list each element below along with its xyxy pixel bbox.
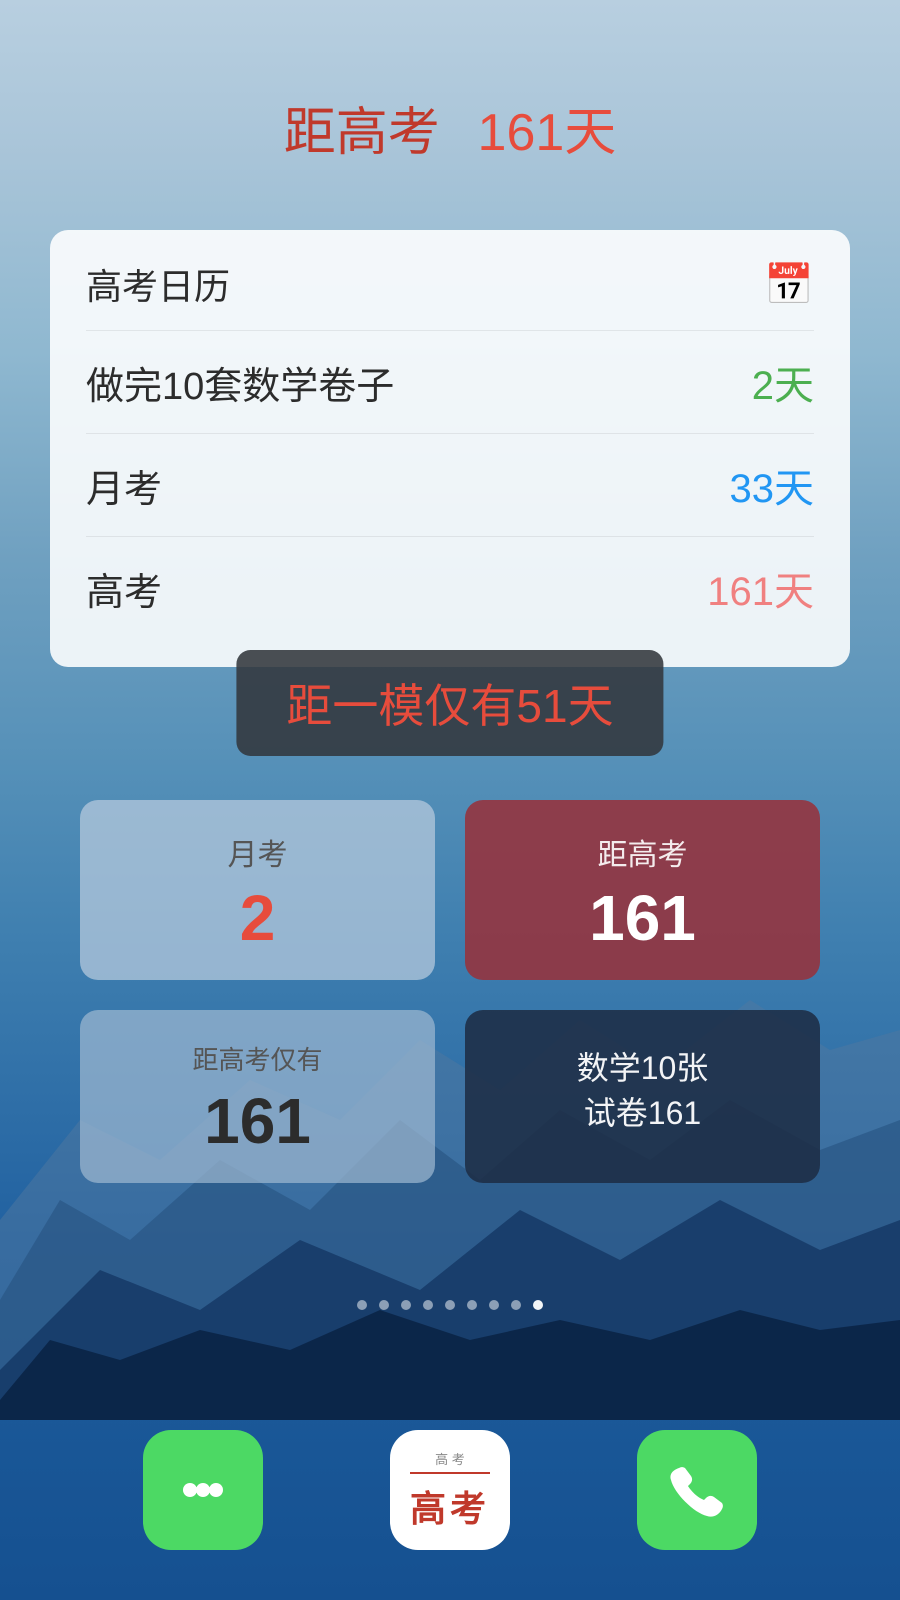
cal-value-math: 2天	[752, 353, 814, 411]
widget-gaokao-only-label: 距高考仅有	[192, 1040, 322, 1077]
widget-shuxue[interactable]: 数学10张 试卷161	[465, 1010, 820, 1183]
dot-1	[357, 1300, 367, 1310]
gaokao-app-icon[interactable]: 高 考 高考	[390, 1430, 510, 1550]
cal-label-gaokao: 高考	[86, 561, 162, 616]
app-dock: 高 考 高考	[0, 1430, 900, 1550]
widget-yuekao-number: 2	[240, 886, 276, 950]
dot-8	[511, 1300, 521, 1310]
phone-app-icon[interactable]	[637, 1430, 757, 1550]
dot-6	[467, 1300, 477, 1310]
dot-3	[401, 1300, 411, 1310]
countdown-value: 161天	[478, 104, 617, 162]
gaokao-app-label: 高考	[410, 1480, 490, 1532]
widget-yuekao[interactable]: 月考 2	[80, 800, 435, 980]
calendar-widget[interactable]: 高考日历 📅 做完10套数学卷子 2天 月考 33天 高考 161天	[50, 230, 850, 667]
top-countdown: 距高考 161天	[0, 90, 900, 165]
calendar-row-math: 做完10套数学卷子 2天	[86, 330, 814, 433]
calendar-header: 高考日历 📅	[86, 258, 814, 310]
calendar-icon: 📅	[764, 261, 814, 308]
widget-gaokao[interactable]: 距高考 161	[465, 800, 820, 980]
dot-4	[423, 1300, 433, 1310]
dot-7	[489, 1300, 499, 1310]
countdown-label: 距高考	[284, 104, 440, 162]
cal-value-monthly: 33天	[730, 456, 815, 514]
widget-gaokao-only-number: 161	[204, 1089, 311, 1153]
cal-value-gaokao: 161天	[707, 559, 814, 617]
page-indicator	[0, 1300, 900, 1310]
dot-5	[445, 1300, 455, 1310]
widget-yuekao-label: 月考	[228, 830, 288, 874]
cal-label-monthly: 月考	[86, 458, 162, 513]
yimo-banner: 距一模仅有51天	[236, 650, 663, 756]
calendar-title: 高考日历	[86, 258, 230, 310]
calendar-row-monthly: 月考 33天	[86, 433, 814, 536]
widget-gaokao-only[interactable]: 距高考仅有 161	[80, 1010, 435, 1183]
widget-gaokao-label: 距高考	[598, 830, 688, 874]
dot-2	[379, 1300, 389, 1310]
messages-app-icon[interactable]	[143, 1430, 263, 1550]
widget-shuxue-label: 数学10张 试卷161	[577, 1046, 709, 1136]
cal-label-math: 做完10套数学卷子	[86, 355, 394, 410]
dot-9-active	[533, 1300, 543, 1310]
widget-grid: 月考 2 距高考 161 距高考仅有 161 数学10张 试卷161	[80, 800, 820, 1183]
widget-gaokao-number: 161	[589, 886, 696, 950]
calendar-row-gaokao: 高考 161天	[86, 536, 814, 639]
yimo-banner-text: 距一模仅有51天	[286, 680, 613, 732]
